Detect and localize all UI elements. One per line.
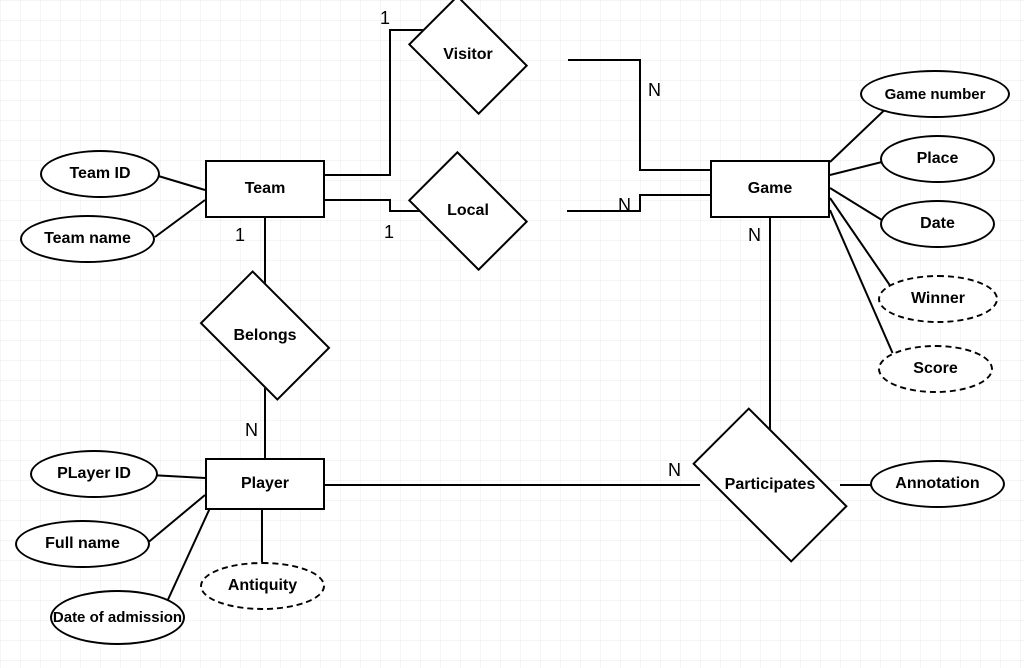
attr-player-id: PLayer ID [30,450,158,498]
relationship-participates: Participates [700,445,840,525]
card-visitor-game: N [648,80,661,101]
attr-place: Place [880,135,995,183]
relationship-local: Local [418,176,518,246]
card-belongs-team: 1 [235,225,245,246]
relationship-visitor: Visitor [418,20,518,90]
relationship-visitor-label: Visitor [443,46,493,64]
attr-team-name: Team name [20,215,155,263]
attr-annotation: Annotation [870,460,1005,508]
relationship-local-label: Local [447,202,489,220]
card-local-team: 1 [384,222,394,243]
entity-team: Team [205,160,325,218]
card-local-game: N [618,195,631,216]
relationship-participates-label: Participates [725,476,816,494]
attr-date-admission: Date of admission [50,590,185,645]
attr-antiquity: Antiquity [200,562,325,610]
card-participates-player: N [668,460,681,481]
card-belongs-player: N [245,420,258,441]
attr-score: Score [878,345,993,393]
attr-date: Date [880,200,995,248]
attr-game-number: Game number [860,70,1010,118]
card-visitor-team: 1 [380,8,390,29]
attr-full-name: Full name [15,520,150,568]
entity-player: Player [205,458,325,510]
relationship-belongs: Belongs [210,298,320,373]
attr-winner: Winner [878,275,998,323]
entity-game: Game [710,160,830,218]
relationship-belongs-label: Belongs [233,327,296,345]
er-diagram: Team Game Player Visitor Local Belongs P… [0,0,1024,668]
card-participates-game: N [748,225,761,246]
attr-team-id: Team ID [40,150,160,198]
